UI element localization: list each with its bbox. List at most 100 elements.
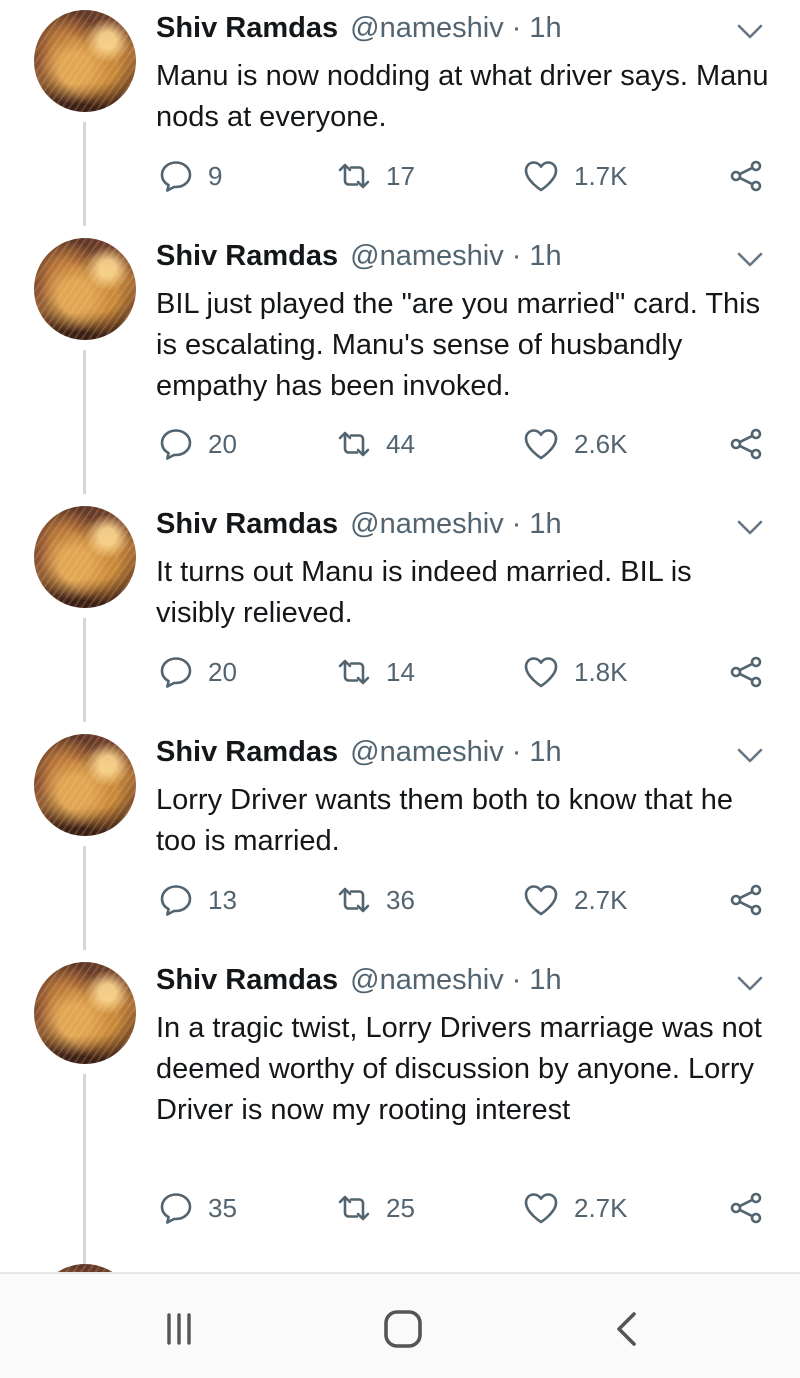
back-button[interactable]	[602, 1304, 652, 1354]
thread-line	[83, 350, 86, 494]
share-button[interactable]	[728, 156, 764, 196]
author-handle[interactable]: @nameshiv	[350, 12, 504, 45]
chevron-down-icon[interactable]	[736, 250, 764, 270]
share-icon	[730, 1192, 762, 1224]
tweet-text: In a tragic twist, Lorry Drivers marriag…	[156, 1012, 762, 1126]
like-count: 1.7K	[574, 160, 628, 191]
reply-button[interactable]: 9	[158, 156, 222, 196]
author-name[interactable]: Shiv Ramdas	[156, 736, 338, 769]
author-handle[interactable]: @nameshiv	[350, 964, 504, 997]
tweet[interactable]: Shiv Ramdas @nameshiv · 1h It turns out …	[0, 496, 800, 724]
author-name[interactable]: Shiv Ramdas	[156, 240, 338, 273]
tweet[interactable]: Shiv Ramdas @nameshiv · 1h BIL just play…	[0, 228, 800, 496]
heart-icon	[524, 1193, 558, 1224]
back-icon	[617, 1312, 636, 1346]
reply-button[interactable]: 35	[158, 1188, 237, 1228]
avatar[interactable]	[34, 962, 136, 1064]
tweet-text: Lorry Driver wants them both to know tha…	[156, 784, 734, 857]
separator-dot: ·	[511, 12, 522, 44]
tweet-time[interactable]: 1h	[529, 12, 561, 45]
share-button[interactable]	[728, 1188, 764, 1228]
retweet-icon	[338, 887, 370, 913]
author-name[interactable]: Shiv Ramdas	[156, 964, 338, 997]
tweet-actions: 20 14 1.8K	[156, 652, 776, 692]
retweet-count: 25	[386, 1192, 415, 1223]
retweet-icon	[338, 431, 370, 457]
avatar[interactable]	[34, 10, 136, 112]
reply-button[interactable]: 20	[158, 424, 237, 464]
reply-button[interactable]: 20	[158, 652, 237, 692]
author-handle[interactable]: @nameshiv	[350, 240, 504, 273]
thread-line	[83, 846, 86, 950]
like-count: 1.8K	[574, 656, 628, 687]
author-handle[interactable]: @nameshiv	[350, 736, 504, 769]
chevron-down-icon[interactable]	[736, 22, 764, 42]
separator-dot: ·	[511, 736, 522, 768]
like-button[interactable]: 2.6K	[522, 424, 628, 464]
like-button[interactable]: 1.7K	[522, 156, 628, 196]
retweet-button[interactable]: 44	[336, 424, 415, 464]
thread-line	[83, 1074, 86, 1272]
chevron-down-icon[interactable]	[736, 746, 764, 766]
author-name[interactable]: Shiv Ramdas	[156, 508, 338, 541]
avatar[interactable]	[34, 506, 136, 608]
home-icon	[384, 1310, 422, 1348]
tweet-header: Shiv Ramdas @nameshiv · 1h	[156, 240, 562, 276]
retweet-button[interactable]: 14	[336, 652, 415, 692]
like-count: 2.7K	[574, 884, 628, 915]
tweet[interactable]: Shiv Ramdas @nameshiv · 1h Manu is now n…	[0, 0, 800, 228]
author-name[interactable]: Shiv Ramdas	[156, 12, 338, 45]
heart-icon	[524, 429, 558, 460]
like-count: 2.7K	[574, 1192, 628, 1223]
avatar[interactable]	[34, 238, 136, 340]
reply-count: 35	[208, 1192, 237, 1223]
reply-count: 9	[208, 160, 223, 191]
reply-icon	[160, 657, 192, 688]
retweet-button[interactable]: 17	[336, 156, 415, 196]
tweet-time[interactable]: 1h	[529, 736, 561, 769]
chevron-down-icon[interactable]	[736, 518, 764, 538]
like-button[interactable]: 2.7K	[522, 1188, 628, 1228]
chevron-down-icon[interactable]	[736, 974, 764, 994]
share-icon	[730, 428, 762, 460]
retweet-icon	[338, 163, 370, 189]
tweet-time[interactable]: 1h	[529, 240, 561, 273]
like-count: 2.6K	[574, 428, 628, 459]
tweet-header: Shiv Ramdas @nameshiv · 1h	[156, 12, 562, 48]
tweet[interactable]: Shiv Ramdas @nameshiv · 1h Lorry Driver …	[0, 724, 800, 952]
separator-dot: ·	[511, 240, 522, 272]
share-icon	[730, 656, 762, 688]
system-navigation-bar	[0, 1272, 800, 1378]
retweet-count: 36	[386, 884, 415, 915]
retweet-count: 14	[386, 656, 415, 687]
tweet[interactable]: Shiv Ramdas @nameshiv · 1h In a tragic t…	[0, 952, 800, 1272]
reply-icon	[160, 885, 192, 916]
tweet-actions: 35 25 2.7K	[156, 1188, 776, 1228]
avatar[interactable]	[34, 734, 136, 836]
tweet-text: Manu is now nodding at what driver says.…	[156, 60, 769, 133]
reply-icon	[160, 1193, 192, 1224]
retweet-button[interactable]: 25	[336, 1188, 415, 1228]
retweet-count: 44	[386, 428, 415, 459]
retweet-icon	[338, 1195, 370, 1221]
share-button[interactable]	[728, 880, 764, 920]
share-button[interactable]	[728, 424, 764, 464]
tweet-time[interactable]: 1h	[529, 964, 561, 997]
tweet-time[interactable]: 1h	[529, 508, 561, 541]
share-button[interactable]	[728, 652, 764, 692]
recent-apps-button[interactable]	[154, 1304, 204, 1354]
retweet-button[interactable]: 36	[336, 880, 415, 920]
retweet-count: 17	[386, 160, 415, 191]
like-button[interactable]: 1.8K	[522, 652, 628, 692]
heart-icon	[524, 161, 558, 192]
tweet-text: BIL just played the "are you married" ca…	[156, 288, 761, 402]
tweet-actions: 9 17 1.7K	[156, 156, 776, 196]
home-button[interactable]	[378, 1304, 428, 1354]
tweet-thread: Shiv Ramdas @nameshiv · 1h Manu is now n…	[0, 0, 800, 1272]
like-button[interactable]: 2.7K	[522, 880, 628, 920]
heart-icon	[524, 885, 558, 916]
author-handle[interactable]: @nameshiv	[350, 508, 504, 541]
reply-button[interactable]: 13	[158, 880, 237, 920]
thread-line	[83, 618, 86, 722]
reply-icon	[160, 161, 192, 192]
